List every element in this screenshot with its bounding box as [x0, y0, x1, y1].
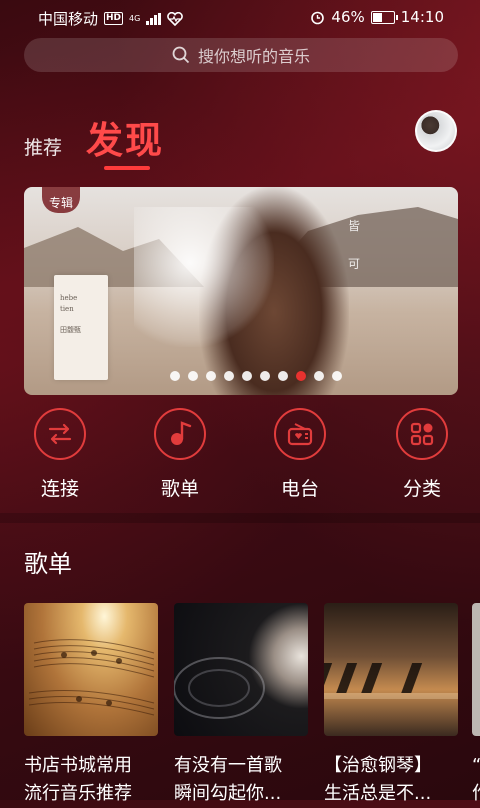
tab-recommend[interactable]: 推荐	[24, 133, 62, 160]
playlist-title-line-1: “	[472, 752, 480, 780]
pagination-dot[interactable]	[224, 371, 234, 381]
heart-rate-icon	[167, 11, 184, 26]
playlist-cover-partial	[472, 603, 480, 736]
playlist-card[interactable]: 有没有一首歌 瞬间勾起你...	[174, 603, 308, 808]
playlist-title-line-1: 书店书城常用	[24, 755, 132, 776]
card-line-3: 田馥甄	[60, 326, 81, 334]
pagination-dot[interactable]	[242, 371, 252, 381]
hd-badge: HD	[104, 12, 124, 25]
album-cover-card: hebe tien 田馥甄	[54, 275, 108, 380]
playlist-cover-vinyl	[174, 603, 308, 736]
playlist-card[interactable]: 书店书城常用 流行音乐推荐	[24, 603, 158, 808]
album-banner[interactable]: hebe tien 田馥甄 皆 可 专辑	[24, 187, 458, 395]
side-text-1: 皆	[348, 219, 361, 233]
playlist-title-line-2: 生活总是不...	[324, 783, 432, 804]
card-line-2: tien	[60, 305, 74, 313]
entry-category[interactable]: 分类	[382, 408, 462, 501]
entry-label: 连接	[40, 478, 79, 500]
pagination-dot-active[interactable]	[296, 371, 306, 381]
quick-entry-row: 连接 歌单 电台 分类	[0, 408, 480, 508]
playlist-title-line-1: 有没有一首歌	[174, 755, 282, 776]
alarm-icon	[311, 11, 325, 24]
search-placeholder: 搜你想听的音乐	[197, 47, 310, 66]
search-bar[interactable]: 搜你想听的音乐	[24, 38, 458, 72]
entry-radio[interactable]: 电台	[260, 408, 340, 501]
battery-icon	[370, 10, 398, 24]
playlist-card[interactable]: 【治愈钢琴】 生活总是不...	[324, 603, 458, 808]
pagination-dot[interactable]	[188, 371, 198, 381]
connect-icon	[34, 408, 86, 460]
section-divider	[0, 513, 480, 523]
entry-connect[interactable]: 连接	[20, 408, 100, 501]
signal-icon	[146, 12, 162, 25]
pagination-dot[interactable]	[206, 371, 216, 381]
user-avatar[interactable]	[415, 110, 457, 152]
entry-label: 分类	[402, 478, 441, 500]
pagination-dot[interactable]	[278, 371, 288, 381]
category-icon	[396, 408, 448, 460]
entry-playlist[interactable]: 歌单	[140, 408, 220, 501]
playlist-title-line-1: 【治愈钢琴】	[324, 755, 432, 776]
album-badge: 专辑	[42, 187, 80, 213]
radio-icon	[274, 408, 326, 460]
banner-pagination	[24, 371, 458, 381]
entry-label: 电台	[280, 478, 319, 500]
clock: 14:10	[400, 8, 444, 26]
side-text-2: 可	[348, 257, 361, 271]
playlist-title-line-2: 瞬间勾起你...	[174, 783, 282, 804]
status-bar: 中国移动 HD 4G 46% 14:10	[0, 0, 480, 34]
pagination-dot[interactable]	[260, 371, 270, 381]
entry-label: 歌单	[160, 478, 199, 500]
search-icon	[172, 46, 190, 64]
playlist-card-partial[interactable]: “ 作	[472, 603, 480, 808]
music-note-icon	[154, 408, 206, 460]
battery-percent: 46%	[331, 8, 365, 26]
playlist-title-line-2: 作	[472, 780, 480, 808]
pagination-dot[interactable]	[314, 371, 324, 381]
network-type: 4G	[129, 13, 141, 23]
active-tab-indicator	[104, 166, 150, 170]
playlist-title-line-2: 流行音乐推荐	[24, 783, 132, 804]
playlist-cover-piano	[324, 603, 458, 736]
card-line-1: hebe	[60, 294, 78, 302]
carrier-name: 中国移动	[38, 10, 99, 28]
pagination-dot[interactable]	[332, 371, 342, 381]
pagination-dot[interactable]	[170, 371, 180, 381]
section-title-playlists[interactable]: 歌单	[24, 544, 72, 579]
playlist-cover-sheet-music	[24, 603, 158, 736]
tab-discover[interactable]: 发现	[86, 110, 164, 164]
banner-side-text: 皆 可	[348, 207, 428, 377]
banner-white-sleeve	[134, 207, 274, 347]
